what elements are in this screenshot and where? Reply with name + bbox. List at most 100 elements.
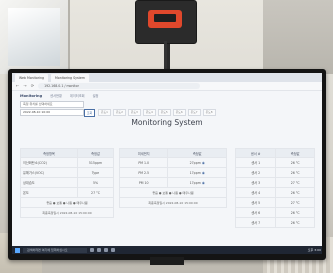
clock: 오후 3:00 [307, 248, 321, 252]
table-row: 센서 3 27 °C [234, 177, 315, 188]
column-header: 측정값 [77, 148, 114, 158]
location-select[interactable]: 측정 위치를 선택하세요 [20, 101, 84, 108]
table-row: PM 2.5 17ppm ◉ [118, 167, 227, 178]
monitor-screen: Web Monitoring Monitoring System ← → ⟳ 1… [12, 73, 322, 254]
table-row: 센서 1 26 °C [234, 157, 315, 168]
app-icon[interactable] [111, 248, 115, 252]
table-row: PM 10 17ppm ◉ [118, 177, 227, 188]
status-dot-icon: ◉ [201, 160, 205, 165]
table-row: 센서 2 26 °C [234, 167, 315, 178]
cell-value: Type [77, 167, 114, 178]
app-nav: Monitoring 센서현황 데이터조회 설정 [12, 91, 322, 100]
cell-value: 26 °C [275, 217, 315, 228]
query-controls: 측정 위치를 선택하세요 2022-08-10 10:00 조회 온도1 온도2… [12, 100, 322, 117]
back-icon[interactable]: ← [16, 84, 19, 88]
cell-label: 유해가스(VOC) [20, 167, 78, 178]
cell-value: 27 °C [275, 177, 315, 188]
filter-chip[interactable]: 온도4 [142, 109, 156, 116]
dust-table: 미세먼지 측정값 PM 1.0 27ppm ◉ PM 2.5 17ppm ◉ P… [118, 148, 227, 208]
cell-label: 센서 2 [234, 167, 277, 178]
tv-monitor: Web Monitoring Monitoring System ← → ⟳ 1… [8, 69, 326, 260]
cell-label: 센서 1 [234, 157, 277, 168]
table-row: 온도 27 °C [20, 187, 114, 198]
sensor-device [135, 0, 197, 69]
cell-value: 26 °C [275, 187, 315, 198]
cell-label: PM 1.0 [118, 157, 169, 168]
cell-value: 26 °C [275, 207, 315, 218]
window-pane [8, 8, 60, 66]
cell-label: 센서 6 [234, 207, 277, 218]
browser-tab[interactable]: Web Monitoring [15, 73, 49, 82]
app-brand[interactable]: Monitoring [20, 94, 42, 98]
cell-value: 27 °C [275, 197, 315, 208]
filter-chip[interactable]: 온도8 [202, 109, 216, 116]
sensor-filter-chips: 온도1 온도2 온도3 온도4 온도5 온도6 온도7 온도8 [98, 109, 216, 116]
sensor-window [154, 14, 176, 22]
cell-label: PM 10 [118, 177, 169, 188]
cell-label: PM 2.5 [118, 167, 169, 178]
cell-value: 26 °C [275, 167, 315, 178]
cell-value: 515ppm [77, 157, 114, 168]
cell-label: 센서 5 [234, 197, 277, 208]
table-row: 유해가스(VOC) Type [20, 167, 114, 178]
taskbar-search[interactable]: 검색하려면 여기에 입력하십시오 [23, 247, 87, 253]
filter-chip[interactable]: 온도2 [112, 109, 126, 116]
value-text: 17ppm [189, 170, 201, 175]
table-row: 센서 5 27 °C [234, 197, 315, 208]
table-row: 최종측정일시 2022-08-10 15:00:00 [20, 207, 114, 218]
nav-link[interactable]: 데이터조회 [70, 93, 85, 98]
tv-stand [150, 257, 184, 265]
table-row: 좋음 ● 보통 ● 나쁨 ● 매우나쁨 [20, 197, 114, 208]
nav-link[interactable]: 설정 [93, 93, 99, 98]
start-button[interactable] [15, 247, 20, 253]
air-quality-table: 측정항목 측정값 이산화탄소(CO2) 515ppm 유해가스(VOC) Typ… [20, 148, 114, 218]
table-row: 상대습도 5% [20, 177, 114, 188]
window [0, 0, 70, 74]
cell-label: 상대습도 [20, 177, 78, 188]
page-title: Monitoring System [131, 118, 203, 127]
value-text: 27ppm [189, 160, 201, 165]
table-row: 센서 4 26 °C [234, 187, 315, 198]
temperature-table: 센서 # 측정값 센서 1 26 °C 센서 2 26 °C 센서 3 27 °C 센… [234, 148, 315, 228]
query-button[interactable]: 조회 [84, 109, 95, 117]
taskbar: 검색하려면 여기에 입력하십시오 오후 3:00 [12, 246, 322, 254]
column-header: 미세먼지 [118, 148, 169, 158]
sensor-cable [164, 41, 167, 69]
url-field[interactable]: 192.168.0.1 / monitor [38, 83, 201, 89]
cell-value: 26 °C [275, 157, 315, 168]
filter-chip[interactable]: 온도5 [157, 109, 171, 116]
table-row: 좋음 ● 보통 ● 나쁨 ● 매우나쁨 [119, 187, 227, 198]
filter-chip[interactable]: 온도6 [172, 109, 186, 116]
refresh-icon[interactable]: ⟳ [31, 84, 34, 88]
column-header: 측정값 [167, 148, 227, 158]
browser-tabbar: Web Monitoring Monitoring System [12, 73, 322, 82]
legend-row: 좋음 ● 보통 ● 나쁨 ● 매우나쁨 [119, 187, 227, 198]
date-input[interactable]: 2022-08-10 10:00 [20, 109, 84, 116]
status-dot-icon: ◉ [201, 170, 205, 175]
table-row: 최종측정일시 2022-08-10 15:00:00 [119, 197, 227, 208]
timestamp: 최종측정일시 2022-08-10 15:00:00 [20, 207, 114, 218]
browser-tab[interactable]: Monitoring System [51, 73, 89, 82]
table-row: 이산화탄소(CO2) 515ppm [20, 157, 114, 168]
nav-link[interactable]: 센서현황 [50, 93, 62, 98]
filter-chip[interactable]: 온도3 [127, 109, 141, 116]
cell-label: 온도 [20, 187, 78, 198]
cell-value: 17ppm ◉ [167, 177, 227, 188]
explorer-icon[interactable] [104, 248, 108, 252]
legend-row: 좋음 ● 보통 ● 나쁨 ● 매우나쁨 [20, 197, 114, 208]
column-header: 측정항목 [20, 148, 78, 158]
column-header: 측정값 [275, 148, 315, 158]
table-row: PM 1.0 27ppm ◉ [118, 157, 227, 168]
browser-icon[interactable] [97, 248, 101, 252]
table-row: 센서 6 26 °C [234, 207, 315, 218]
status-dot-icon: ◉ [201, 180, 205, 185]
timestamp: 최종측정일시 2022-08-10 15:00:00 [119, 197, 227, 208]
cell-value: 5% [77, 177, 114, 188]
filter-chip[interactable]: 온도7 [187, 109, 201, 116]
cell-value: 27 °C [77, 187, 114, 198]
cell-label: 센서 3 [234, 177, 277, 188]
forward-icon[interactable]: → [23, 84, 26, 88]
filter-chip[interactable]: 온도1 [98, 109, 111, 116]
cell-label: 센서 4 [234, 187, 277, 198]
task-view-icon[interactable] [90, 248, 94, 252]
